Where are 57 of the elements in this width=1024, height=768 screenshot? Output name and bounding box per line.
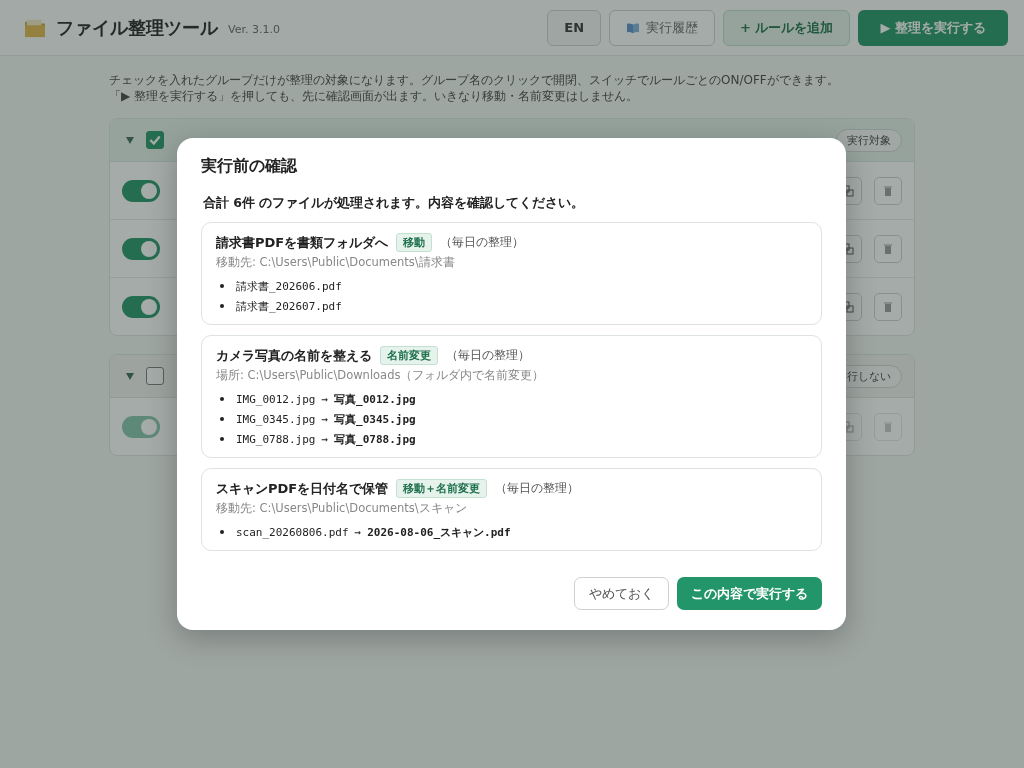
caret-icon[interactable] — [126, 136, 134, 144]
operation-badge: 移動 — [396, 233, 433, 252]
help-text: 「▶ 整理を実行する」を押しても、先に確認画面が出ます。いきなり移動・名前変更はしません。 — [109, 88, 640, 104]
bullet-icon — [220, 397, 224, 401]
operation-badge: 移動＋名前変更 — [396, 479, 488, 498]
file-name: IMG_0012.jpg — [236, 392, 316, 406]
confirm-button[interactable]: この内容で実行する — [677, 577, 822, 610]
summary-text: 合計 6件 のファイルが処理されます。内容を確認してください。 — [203, 195, 586, 212]
rule-name: 請求書PDFを書類フォルダへ — [216, 233, 389, 252]
cancel-button[interactable]: やめておく — [574, 577, 669, 610]
file-name: 請求書_202607.pdf — [236, 298, 342, 314]
group-label: （毎日の整理） — [440, 234, 525, 251]
run-button[interactable]: ▶ 整理を実行する — [858, 9, 1008, 46]
trash-icon[interactable] — [874, 176, 902, 205]
help-text: チェックを入れたグループだけが整理の対象になります。グループ名のクリックで開閉、スイッチでルールごとのON/OFFができます。 — [109, 72, 840, 88]
trash-icon[interactable] — [874, 292, 902, 321]
file-name: IMG_0788.jpg — [236, 432, 316, 446]
folder-icon — [24, 17, 46, 38]
file-name: 請求書_202606.pdf — [236, 278, 342, 294]
group-label: （毎日の整理） — [446, 347, 530, 364]
arrow-text: → — [321, 432, 329, 446]
rule-toggle[interactable] — [122, 237, 160, 260]
arrow-text: → — [354, 525, 362, 539]
bullet-icon — [220, 304, 224, 308]
language-button[interactable]: EN — [547, 9, 602, 46]
group-checkbox[interactable] — [146, 367, 164, 385]
new-file-name: 2026-08-06_スキャン.pdf — [367, 524, 511, 540]
rule-name: カメラ写真の名前を整える — [216, 346, 372, 365]
group-label: （毎日の整理） — [495, 480, 580, 497]
arrow-text: → — [321, 392, 329, 406]
file-name: scan_20260806.pdf — [236, 525, 349, 539]
new-file-name: 写真_0345.jpg — [334, 411, 416, 427]
rule-name: スキャンPDFを日付名で保管 — [216, 479, 389, 498]
group-checkbox[interactable] — [146, 131, 164, 149]
operation-badge: 名前変更 — [380, 346, 438, 365]
new-file-name: 写真_0012.jpg — [334, 391, 416, 407]
version-label: Ver. 3.1.0 — [228, 23, 280, 36]
bullet-icon — [220, 530, 224, 534]
path-text: 移動先: C:\Users\Public\Documents\請求書 — [216, 255, 456, 270]
add-rule-button[interactable]: + ルールを追加 — [723, 9, 851, 46]
app-title: ファイル整理ツール — [56, 15, 218, 40]
status-badge: 実行対象 — [836, 128, 902, 152]
new-file-name: 写真_0788.jpg — [334, 431, 416, 447]
caret-icon[interactable] — [126, 372, 134, 380]
rule-toggle[interactable] — [122, 295, 160, 318]
bullet-icon — [220, 284, 224, 288]
path-text: 移動先: C:\Users\Public\Documents\スキャン — [216, 501, 468, 516]
book-icon — [626, 21, 641, 34]
history-button[interactable]: 実行履歴 — [609, 9, 716, 46]
file-name: IMG_0345.jpg — [236, 412, 316, 426]
bullet-icon — [220, 437, 224, 441]
arrow-text: → — [321, 412, 329, 426]
bullet-icon — [220, 417, 224, 421]
trash-icon[interactable] — [874, 234, 902, 263]
path-text: 場所: C:\Users\Public\Downloads（フォルダ内で名前変更） — [216, 368, 546, 383]
rule-toggle[interactable] — [122, 179, 160, 202]
dialog-title: 実行前の確認 — [201, 156, 298, 177]
